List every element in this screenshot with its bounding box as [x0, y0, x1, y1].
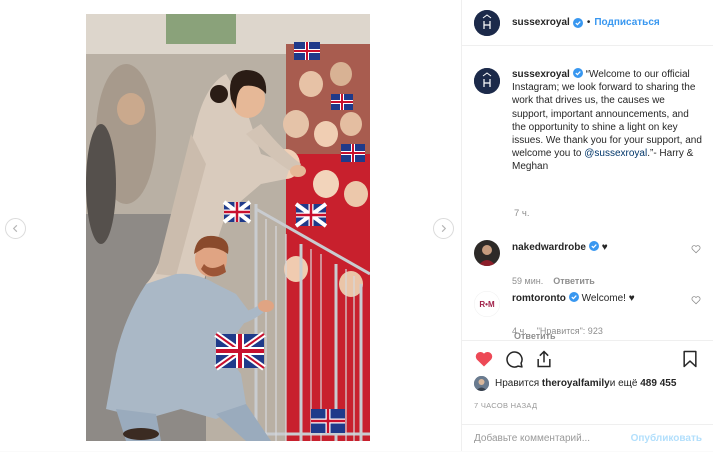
comment-input[interactable]: Добавьте комментарий...	[474, 433, 590, 444]
heart-icon[interactable]	[474, 349, 494, 369]
caption-username[interactable]: sussexroyal	[512, 69, 570, 80]
liker-avatar[interactable]	[474, 376, 489, 391]
prev-post-button[interactable]	[5, 218, 26, 239]
svg-text:R•M: R•M	[479, 300, 495, 309]
follow-button[interactable]: Подписаться	[594, 17, 659, 28]
post-header: sussexroyal • Подписаться	[462, 0, 713, 46]
comment-time: 59 мин.	[512, 276, 544, 286]
royal-monogram-icon	[474, 9, 500, 36]
post-age: 7 ЧАСОВ НАЗАД	[474, 401, 538, 410]
liker-username[interactable]: theroyalfamily	[542, 378, 610, 389]
comment-body: ♥	[601, 242, 608, 253]
comment-body: Welcome! ♥	[581, 293, 635, 304]
caption-text: sussexroyal “Welcome to our official Ins…	[512, 68, 702, 174]
caption-body: “Welcome to our official Instagram; we l…	[512, 69, 702, 160]
caption-author-avatar[interactable]	[474, 68, 500, 94]
post-sidebar: sussexroyal • Подписаться sussexroyal “W…	[461, 0, 713, 451]
commenter-avatar[interactable]	[474, 240, 500, 266]
add-comment-bar: Добавьте комментарий... Опубликовать	[462, 424, 713, 452]
verified-badge-icon	[568, 292, 579, 302]
caption-timestamp: 7 ч.	[514, 208, 530, 219]
avatar-image	[474, 376, 489, 391]
separator-dot: •	[586, 17, 591, 28]
comment-like-heart-icon[interactable]	[691, 295, 701, 305]
post-actions-panel: Нравится theroyalfamily и ещё 489 455 7 …	[462, 340, 713, 451]
reply-button[interactable]: Ответить	[553, 276, 595, 286]
commenter-avatar[interactable]: R•M	[474, 291, 500, 317]
chevron-right-icon	[441, 224, 447, 233]
comment-item: nakedwardrobe ♥ 59 мин. Ответить	[474, 240, 704, 286]
comment-icon[interactable]	[504, 349, 524, 369]
post-caption: sussexroyal “Welcome to our official Ins…	[474, 68, 704, 174]
comment-text: nakedwardrobe ♥	[512, 241, 608, 254]
post-modal: sussexroyal • Подписаться sussexroyal “W…	[0, 0, 713, 451]
bookmark-icon[interactable]	[680, 349, 700, 369]
comment-item: R•M romtoronto Welcome! ♥ 4 ч. "Нравится…	[474, 291, 704, 336]
avatar-image	[474, 240, 500, 266]
next-post-button[interactable]	[433, 218, 454, 239]
likes-count[interactable]: 489 455	[640, 378, 676, 389]
media-stage	[0, 0, 461, 451]
chevron-left-icon	[12, 224, 18, 233]
share-icon[interactable]	[534, 349, 554, 369]
caption-mention-link[interactable]: @sussexroyal	[584, 148, 647, 159]
likes-summary: Нравится theroyalfamily и ещё 489 455	[474, 376, 676, 391]
author-avatar[interactable]	[474, 9, 500, 36]
comment-like-heart-icon[interactable]	[691, 244, 701, 254]
royal-monogram-icon	[474, 68, 500, 94]
likes-suffix: и ещё	[609, 378, 638, 389]
comment-username[interactable]: romtoronto	[512, 293, 566, 304]
author-username[interactable]: sussexroyal	[512, 17, 570, 28]
post-photo-image	[86, 14, 370, 441]
verified-badge-icon	[572, 68, 583, 78]
verified-badge-icon	[572, 17, 583, 28]
comment-text: romtoronto Welcome! ♥	[512, 292, 635, 305]
post-photo[interactable]	[86, 14, 370, 441]
avatar-image: R•M	[474, 291, 500, 317]
comment-meta: 59 мин. Ответить	[512, 276, 704, 286]
likes-prefix: Нравится	[495, 378, 540, 389]
action-bar	[474, 349, 702, 371]
publish-button[interactable]: Опубликовать	[631, 433, 702, 444]
comment-username[interactable]: nakedwardrobe	[512, 242, 586, 253]
verified-badge-icon	[588, 241, 599, 251]
